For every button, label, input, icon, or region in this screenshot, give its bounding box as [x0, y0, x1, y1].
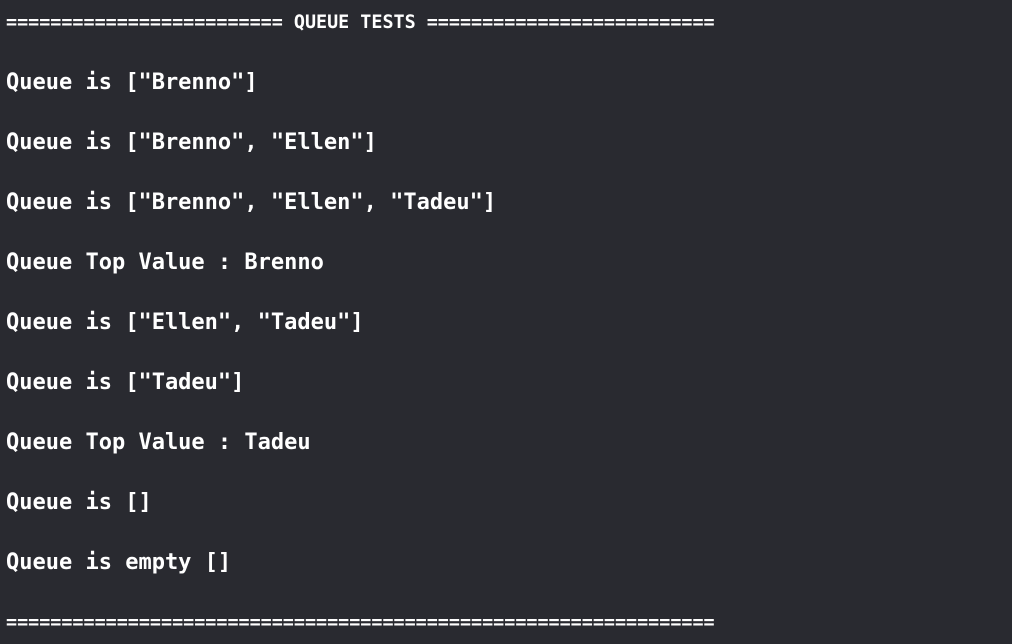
console-line: Queue is ["Ellen", "Tadeu"] — [6, 310, 364, 335]
console-line: Queue Top Value : Tadeu — [6, 430, 311, 455]
console-line: Queue Top Value : Brenno — [6, 250, 324, 275]
console-line: Queue is empty [] — [6, 550, 232, 575]
console-header-rule: ========================= QUEUE TESTS ==… — [6, 12, 715, 33]
console-line: Queue is ["Brenno", "Ellen"] — [6, 130, 377, 155]
console-line: Queue is ["Brenno", "Ellen", "Tadeu"] — [6, 190, 497, 215]
console-line: Queue is [] — [6, 490, 152, 515]
console-output: ========================= QUEUE TESTS ==… — [0, 0, 1012, 644]
console-line: Queue is ["Tadeu"] — [6, 370, 245, 395]
console-footer-rule: ========================================… — [6, 612, 715, 633]
console-line: Queue is ["Brenno"] — [6, 70, 258, 95]
